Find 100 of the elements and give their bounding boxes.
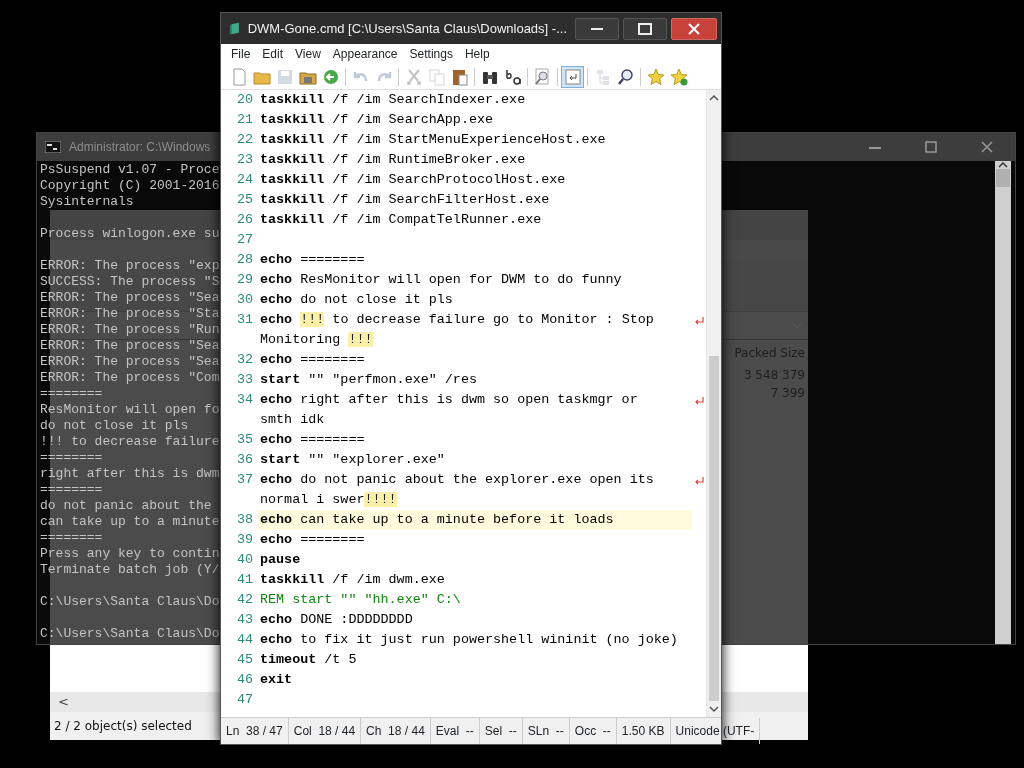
code-line: echo do not panic about the explorer.exe open its bbox=[259, 471, 655, 489]
line-number: 20 bbox=[235, 91, 254, 109]
code-line: timeout /t 5 bbox=[259, 651, 358, 669]
scissors-icon bbox=[404, 67, 423, 86]
code-line: echo !!! to decrease failure go to Monitor : Stop bbox=[259, 311, 655, 329]
console-line: ======== bbox=[40, 386, 103, 402]
chevron-up-icon bbox=[709, 94, 719, 102]
console-line: ERROR: The process "Sea bbox=[40, 338, 220, 354]
code-line: exit bbox=[259, 671, 294, 689]
code-line: echo ======== bbox=[259, 431, 366, 449]
line-number: 33 bbox=[235, 371, 254, 389]
minimize-icon bbox=[591, 27, 603, 30]
wrap-arrow-icon bbox=[694, 475, 704, 485]
console-line: PsSuspend v1.07 - Proce bbox=[40, 162, 220, 178]
console-line: ERROR: The process "Com bbox=[40, 370, 220, 386]
line-number: 31 bbox=[235, 311, 254, 329]
console-line: Copyright (C) 2001-2016 bbox=[40, 178, 220, 194]
console-line: can take up to a minute bbox=[40, 514, 220, 530]
line-number: 43 bbox=[235, 611, 254, 629]
code-line: Monitoring !!! bbox=[259, 331, 374, 349]
console-line: Sysinternals bbox=[40, 194, 134, 210]
scrollbar[interactable] bbox=[995, 161, 1011, 644]
code-line: echo ResMonitor will open for DWM to do funny bbox=[259, 271, 623, 289]
scroll-thumb[interactable] bbox=[996, 169, 1010, 187]
star-icon bbox=[646, 67, 665, 86]
console-line: ======== bbox=[40, 450, 103, 466]
code-line: echo do not close it pls bbox=[259, 291, 454, 309]
line-number: 36 bbox=[235, 451, 254, 469]
menu-item[interactable]: Edit bbox=[256, 43, 290, 65]
line-number: 38 bbox=[235, 511, 254, 529]
line-number: 42 bbox=[235, 591, 254, 609]
maximize-button[interactable] bbox=[623, 17, 667, 40]
line-number: 30 bbox=[235, 291, 254, 309]
scroll-left-button[interactable]: < bbox=[58, 692, 69, 712]
line-number: 32 bbox=[235, 351, 254, 369]
code-line: taskkill /f /im SearchProtocolHost.exe bbox=[259, 171, 567, 189]
menu-item[interactable]: View bbox=[289, 43, 327, 65]
code-line: echo ======== bbox=[259, 251, 366, 269]
menu-item[interactable]: Settings bbox=[403, 43, 459, 65]
console-line: do not close it pls bbox=[40, 418, 189, 434]
status-field: Sel -- bbox=[479, 718, 523, 744]
status-text: 2 / 2 object(s) selected bbox=[54, 718, 192, 735]
menu-item[interactable]: Help bbox=[458, 43, 496, 65]
scrollbar[interactable] bbox=[706, 90, 721, 717]
word-wrap-button[interactable] bbox=[561, 65, 584, 88]
maximize-icon bbox=[925, 141, 937, 153]
console-line: ERROR: The process "exp bbox=[40, 258, 220, 274]
line-number: 37 bbox=[235, 471, 254, 489]
console-line: ResMonitor will open fo bbox=[40, 402, 220, 418]
menu-item[interactable]: Appearance bbox=[326, 43, 404, 65]
console-icon bbox=[45, 141, 61, 153]
line-number: 26 bbox=[235, 211, 254, 229]
minimize-button[interactable] bbox=[575, 17, 619, 40]
code-line: smth idk bbox=[259, 411, 326, 429]
line-number: 44 bbox=[235, 631, 254, 649]
code-line: start "" "perfmon.exe" /res bbox=[259, 371, 478, 389]
status-field: Ln 38 / 47 bbox=[221, 718, 289, 744]
maximize-icon bbox=[638, 22, 652, 35]
console-line: C:\Users\Santa Claus\Do bbox=[40, 626, 220, 642]
line-number: 39 bbox=[235, 531, 254, 549]
chevron-up-icon bbox=[998, 161, 1008, 169]
console-line: SUCCESS: The process "S bbox=[40, 274, 220, 290]
code-line: taskkill /f /im SearchApp.exe bbox=[259, 111, 495, 129]
console-line: ERROR: The process "Sea bbox=[40, 290, 220, 306]
console-line: ERROR: The process "Run bbox=[40, 322, 220, 338]
console-line: ======== bbox=[40, 530, 103, 546]
line-number: 21 bbox=[235, 111, 254, 129]
return-icon bbox=[563, 67, 582, 86]
status-field: Unicode (UTF- bbox=[670, 718, 761, 744]
window-title: DWM-Gone.cmd [C:\Users\Santa Claus\Downloads] -... bbox=[247, 19, 567, 38]
notepad-icon bbox=[229, 20, 240, 37]
line-number: 45 bbox=[235, 651, 254, 669]
wrap-arrow-icon bbox=[694, 315, 704, 325]
console-line: C:\Users\Santa Claus\Do bbox=[40, 594, 220, 610]
console-line: !!! to decrease failure bbox=[40, 434, 220, 450]
code-line: echo to fix it just run powershell wininit (no joke) bbox=[259, 631, 679, 649]
code-line: echo ======== bbox=[259, 531, 366, 549]
code-line: taskkill /f /im StartMenuExperienceHost.exe bbox=[259, 131, 607, 149]
code-line: taskkill /f /im CompatTelRunner.exe bbox=[259, 211, 543, 229]
line-number: 24 bbox=[235, 171, 254, 189]
close-button[interactable] bbox=[671, 17, 717, 40]
code-line: taskkill /f /im SearchFilterHost.exe bbox=[259, 191, 551, 209]
console-line: Terminate batch job (Y/ bbox=[40, 562, 220, 578]
line-number: 25 bbox=[235, 191, 254, 209]
code-line: echo right after this is dwm so open taskmgr or bbox=[259, 391, 639, 409]
code-line: taskkill /f /im RuntimeBroker.exe bbox=[259, 151, 527, 169]
wrap-arrow-icon bbox=[694, 395, 704, 405]
close-icon bbox=[688, 22, 700, 35]
console-line: Process winlogon.exe su bbox=[40, 226, 220, 242]
chevron-down-icon bbox=[709, 705, 719, 713]
code-line: normal i swer!!!! bbox=[259, 491, 398, 509]
console-line: ======== bbox=[40, 482, 103, 498]
console-line: right after this is dwm bbox=[40, 466, 220, 482]
menu-item[interactable]: File bbox=[225, 43, 257, 65]
code-line: REM start "" "hh.exe" C:\ bbox=[259, 591, 462, 609]
magnifier-icon bbox=[533, 67, 552, 86]
code-line: taskkill /f /im SearchIndexer.exe bbox=[259, 91, 527, 109]
window-title: Administrator: C:\Windows bbox=[69, 139, 211, 156]
console-line: Press any key to contin bbox=[40, 546, 220, 562]
status-field: 1.50 KB bbox=[616, 718, 671, 744]
